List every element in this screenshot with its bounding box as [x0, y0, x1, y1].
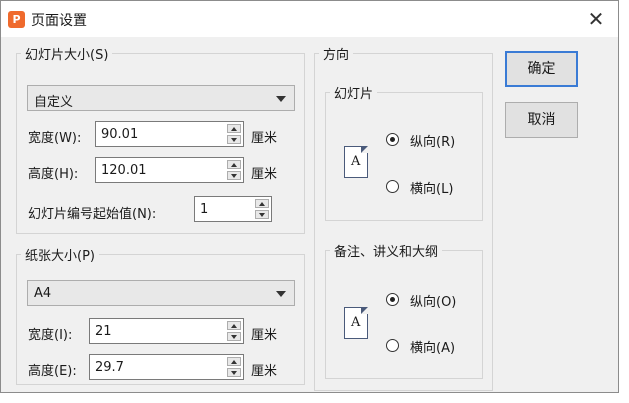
page-portrait-icon: A — [344, 307, 368, 339]
page-portrait-icon: A — [344, 146, 368, 178]
page-setup-dialog: P 页面设置 ✕ 幻灯片大小(S) 自定义 宽度(W): 90.01 厘米 高度… — [0, 0, 619, 393]
start-number-stepper[interactable]: 1 — [194, 196, 272, 222]
dialog-title: 页面设置 — [31, 13, 87, 29]
chevron-down-icon — [276, 96, 286, 102]
spin-up-button[interactable] — [227, 160, 241, 169]
spin-down-button[interactable] — [227, 332, 241, 341]
caret-up-icon — [231, 163, 237, 167]
slide-size-legend: 幻灯片大小(S) — [25, 48, 109, 63]
spin-up-button[interactable] — [227, 124, 241, 133]
title-bar: P 页面设置 ✕ — [1, 1, 618, 37]
caret-up-icon — [231, 127, 237, 131]
slides-portrait-radio[interactable] — [386, 133, 399, 146]
slide-size-select[interactable]: 自定义 — [27, 85, 295, 111]
notes-orientation-legend: 备注、讲义和大纲 — [334, 245, 439, 260]
caret-up-icon — [231, 360, 237, 364]
paper-height-label: 高度(E): — [28, 364, 77, 379]
paper-height-unit: 厘米 — [251, 364, 278, 379]
slide-orientation-legend: 幻灯片 — [334, 87, 374, 102]
paper-size-value: A4 — [34, 286, 52, 301]
caret-down-icon — [231, 174, 237, 178]
slide-width-value: 90.01 — [101, 127, 139, 142]
cancel-button[interactable]: 取消 — [505, 102, 578, 138]
slide-width-unit: 厘米 — [251, 131, 278, 146]
spin-down-button[interactable] — [255, 210, 269, 219]
paper-width-value: 21 — [95, 324, 112, 339]
notes-landscape-label[interactable]: 横向(A) — [410, 337, 455, 356]
ok-button[interactable]: 确定 — [505, 51, 578, 87]
slides-landscape-radio[interactable] — [386, 180, 399, 193]
page-letter: A — [351, 315, 361, 330]
page-letter: A — [351, 154, 361, 169]
slides-portrait-label[interactable]: 纵向(R) — [410, 131, 455, 150]
start-number-label: 幻灯片编号起始值(N): — [28, 207, 157, 222]
paper-width-stepper[interactable]: 21 — [89, 318, 244, 344]
spin-down-button[interactable] — [227, 368, 241, 377]
paper-size-legend: 纸张大小(P) — [25, 249, 95, 264]
notes-portrait-label[interactable]: 纵向(O) — [410, 291, 456, 310]
slide-size-value: 自定义 — [34, 95, 74, 110]
caret-down-icon — [231, 138, 237, 142]
spin-down-button[interactable] — [227, 135, 241, 144]
notes-landscape-radio[interactable] — [386, 339, 399, 352]
slide-height-unit: 厘米 — [251, 167, 278, 182]
close-button[interactable]: ✕ — [583, 7, 609, 31]
paper-width-label: 宽度(I): — [28, 328, 73, 343]
notes-portrait-radio[interactable] — [386, 293, 399, 306]
slide-height-label: 高度(H): — [28, 167, 79, 182]
slides-landscape-label[interactable]: 横向(L) — [410, 178, 453, 197]
paper-height-value: 29.7 — [95, 360, 124, 375]
caret-up-icon — [231, 324, 237, 328]
slide-width-stepper[interactable]: 90.01 — [95, 121, 244, 147]
paper-size-select[interactable]: A4 — [27, 280, 295, 306]
close-icon: ✕ — [587, 7, 605, 31]
spin-up-button[interactable] — [227, 321, 241, 330]
caret-up-icon — [259, 202, 265, 206]
chevron-down-icon — [276, 291, 286, 297]
caret-down-icon — [259, 213, 265, 217]
spin-down-button[interactable] — [227, 171, 241, 180]
start-number-value: 1 — [200, 202, 209, 217]
spin-up-button[interactable] — [255, 199, 269, 208]
caret-down-icon — [231, 371, 237, 375]
orientation-legend: 方向 — [323, 48, 350, 63]
spin-up-button[interactable] — [227, 357, 241, 366]
caret-down-icon — [231, 335, 237, 339]
paper-width-unit: 厘米 — [251, 328, 278, 343]
slide-width-label: 宽度(W): — [28, 131, 82, 146]
paper-height-stepper[interactable]: 29.7 — [89, 354, 244, 380]
slide-height-stepper[interactable]: 120.01 — [95, 157, 244, 183]
slide-height-value: 120.01 — [101, 163, 147, 178]
app-logo-icon: P — [8, 11, 25, 28]
